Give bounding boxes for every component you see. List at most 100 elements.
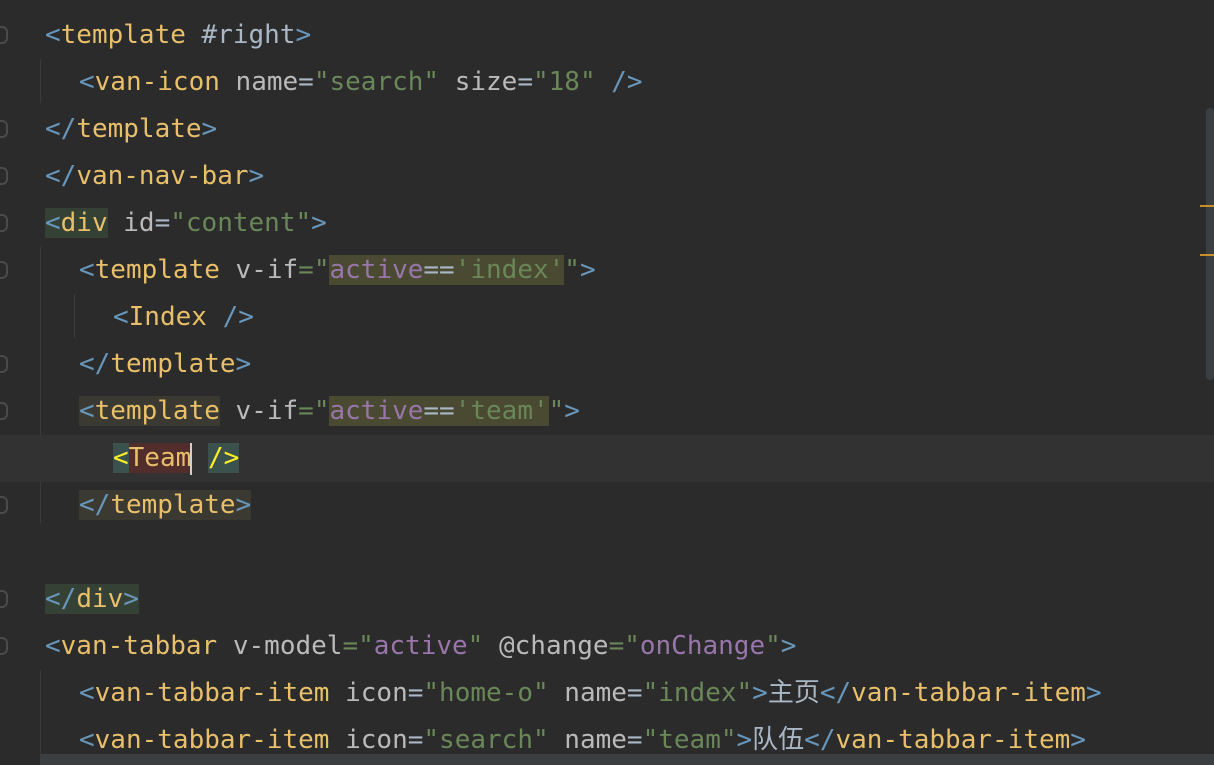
- tag-name: van-tabbar: [60, 631, 218, 661]
- fold-marker-icon[interactable]: [0, 167, 8, 185]
- code-line-14[interactable]: <van-tabbar v-model="active" @change="on…: [0, 623, 1214, 670]
- attribute-value: "search": [313, 67, 440, 97]
- code-line-15[interactable]: <van-tabbar-item icon="home-o" name="ind…: [0, 670, 1214, 717]
- tag-name: van-tabbar-item: [851, 678, 1086, 708]
- fold-marker-icon[interactable]: [0, 637, 8, 655]
- tag-bracket: >: [295, 20, 312, 50]
- code-line-5[interactable]: <div id="content">: [0, 200, 1214, 247]
- attribute-value: "home-o": [423, 678, 549, 708]
- tag-bracket: />: [206, 302, 254, 332]
- code-line-8[interactable]: </template>: [0, 341, 1214, 388]
- tag-bracket: <: [79, 725, 95, 755]
- expression-variable: active: [329, 255, 424, 285]
- tag-bracket: >: [311, 208, 327, 238]
- code-line-12-empty[interactable]: [0, 529, 1214, 576]
- tag-bracket: >: [235, 349, 252, 379]
- tag-bracket: >: [201, 114, 218, 144]
- closing-quote: ": [467, 631, 484, 661]
- fold-marker-icon[interactable]: [0, 590, 8, 608]
- code-line-6[interactable]: <template v-if="active=='index'">: [0, 247, 1214, 294]
- tag-bracket: <: [79, 67, 95, 97]
- component-name-unresolved: Team: [128, 443, 192, 473]
- tag-bracket: </: [45, 584, 77, 614]
- tag-bracket: >: [248, 161, 265, 191]
- vertical-scrollbar[interactable]: [1206, 108, 1214, 380]
- tag-bracket: <: [45, 20, 61, 50]
- slot-directive: #right: [185, 20, 296, 50]
- code-line-10-current[interactable]: <Team />: [0, 435, 1214, 482]
- matched-template-close-highlight: </template>: [79, 490, 252, 520]
- tab-text: 主页: [767, 678, 820, 708]
- attribute-name: size: [439, 67, 518, 97]
- attribute-name: name: [548, 725, 627, 755]
- code-line-11[interactable]: </template>: [0, 482, 1214, 529]
- tag-name: template: [110, 349, 236, 379]
- tag-name: van-nav-bar: [76, 161, 249, 191]
- tag-bracket: >: [752, 678, 768, 708]
- equals-quote: =": [342, 631, 374, 661]
- expression-handler: onChange: [639, 631, 766, 661]
- equals-sign: =: [626, 725, 643, 755]
- equals-sign: =: [407, 678, 424, 708]
- tag-bracket: >: [736, 725, 753, 755]
- tag-bracket: <: [45, 208, 61, 238]
- attribute-value: "index": [642, 678, 753, 708]
- attribute-value: "team": [642, 725, 737, 755]
- fold-marker-icon[interactable]: [0, 120, 8, 138]
- matched-div-open-highlight: <div: [45, 208, 108, 238]
- expression-operator: ==: [423, 255, 455, 285]
- tag-bracket: </: [79, 349, 111, 379]
- tag-name: template: [110, 490, 236, 520]
- fold-marker-icon[interactable]: [0, 214, 8, 232]
- tag-bracket: >: [579, 255, 596, 285]
- equals-quote: =": [298, 255, 330, 285]
- closing-quote: ": [564, 255, 580, 285]
- tag-bracket: </: [819, 678, 852, 708]
- fold-marker-icon[interactable]: [0, 26, 8, 44]
- matched-template-open-highlight: <template: [79, 396, 220, 426]
- equals-sign: =: [407, 725, 424, 755]
- attribute-name: v-if: [219, 255, 299, 285]
- tag-bracket: >: [564, 396, 580, 426]
- expression-string: 'team': [454, 396, 549, 426]
- fold-marker-icon[interactable]: [0, 402, 8, 420]
- horizontal-scrollbar[interactable]: [40, 754, 1214, 765]
- code-line-2[interactable]: <van-icon name="search" size="18" />: [0, 59, 1214, 106]
- code-line-1[interactable]: <template #right>: [0, 12, 1214, 59]
- closing-quote: ": [765, 631, 781, 661]
- attribute-name: name: [219, 67, 299, 97]
- tag-name: van-tabbar-item: [835, 725, 1071, 755]
- tag-bracket: >: [1085, 678, 1102, 708]
- code-line-3[interactable]: </template>: [0, 106, 1214, 153]
- attribute-value: "search": [423, 725, 549, 755]
- fold-marker-icon[interactable]: [0, 496, 8, 514]
- attribute-name: icon: [329, 725, 408, 755]
- expression-variable: active: [373, 631, 468, 661]
- tag-bracket: <: [79, 396, 95, 426]
- tag-bracket: >: [123, 584, 139, 614]
- equals-sign: =: [154, 208, 171, 238]
- tag-name: div: [60, 208, 108, 238]
- code-line-7[interactable]: <Index />: [0, 294, 1214, 341]
- attribute-value: "18": [533, 67, 596, 97]
- attribute-name: icon: [329, 678, 408, 708]
- tag-name: template: [60, 20, 186, 50]
- attribute-name: v-model: [217, 631, 343, 661]
- tag-name: van-tabbar-item: [94, 678, 330, 708]
- tag-bracket: >: [235, 490, 252, 520]
- code-editor[interactable]: <template #right> <van-icon name="search…: [0, 0, 1214, 765]
- injected-expression-highlight: active=='index': [329, 255, 565, 285]
- tag-bracket: >: [780, 631, 797, 661]
- equals-sign: =: [517, 67, 533, 97]
- injected-expression-highlight: active=='team': [329, 396, 549, 426]
- tag-bracket: <: [45, 631, 61, 661]
- warning-marker[interactable]: [1200, 205, 1214, 207]
- fold-marker-icon[interactable]: [0, 261, 8, 279]
- code-line-13[interactable]: </div>: [0, 576, 1214, 623]
- fold-marker-icon[interactable]: [0, 355, 8, 373]
- code-line-4[interactable]: </van-nav-bar>: [0, 153, 1214, 200]
- warning-marker[interactable]: [1200, 254, 1214, 256]
- code-line-9[interactable]: <template v-if="active=='team'">: [0, 388, 1214, 435]
- attribute-name: @change: [483, 631, 609, 661]
- matched-bracket: <: [113, 443, 129, 473]
